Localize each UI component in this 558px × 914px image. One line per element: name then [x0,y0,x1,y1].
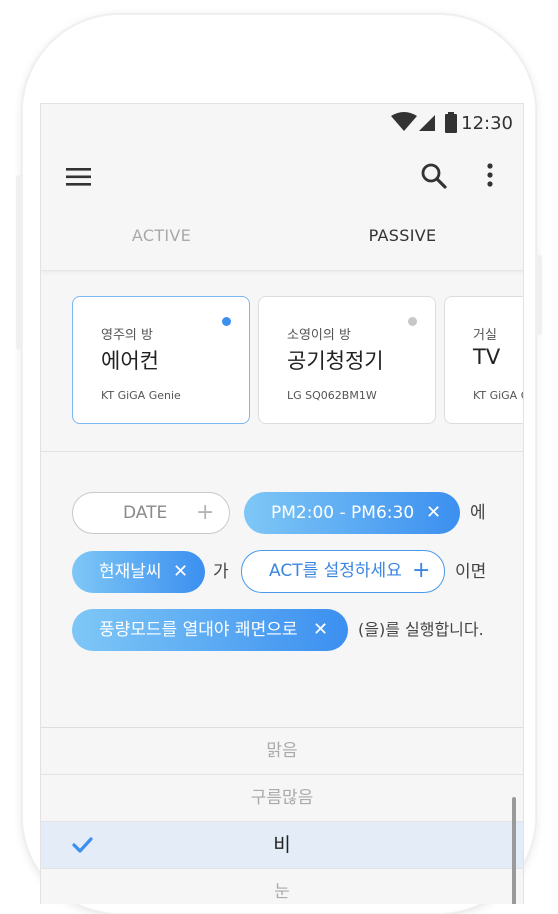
device-name: TV [473,345,501,369]
tab-bar: ACTIVE PASSIVE [41,214,523,271]
active-indicator-dot [222,317,231,326]
phone-side-button-right [535,255,542,335]
toolbar [41,142,523,214]
action-chip[interactable]: 풍량모드를 열대야 쾌면으로 ✕ [72,609,348,651]
picker-option[interactable]: 눈 [41,869,523,904]
act-chip[interactable]: ACT를 설정하세요 + [241,550,445,593]
device-model: KT GiGA Genie [101,389,181,402]
check-icon [72,837,93,853]
device-card-aircon[interactable]: 영주의 방 에어컨 KT GiGA Genie [72,296,250,424]
search-icon[interactable] [420,162,448,190]
inactive-indicator-dot [408,317,417,326]
weather-chip[interactable]: 현재날씨 ✕ [72,551,205,593]
date-chip[interactable]: DATE + [72,492,230,534]
weather-chip-label: 현재날씨 [99,562,162,582]
connector-text: 이면 [455,562,487,582]
cellular-signal-icon [419,115,435,131]
device-room: 영주의 방 [101,328,153,343]
connector-text: (을)를 실행합니다. [358,620,484,639]
wifi-icon [391,112,417,131]
picker-option[interactable]: 맑음 [41,728,523,775]
picker-selected-label: 비 [273,834,291,856]
device-name: 에어컨 [101,349,159,373]
device-room: 소영이의 방 [287,328,351,343]
act-chip-label: ACT를 설정하세요 [269,561,402,581]
battery-icon [445,112,457,133]
connector-text: 에 [470,503,486,523]
date-chip-label: DATE [123,503,168,523]
time-range-label: PM2:00 - PM6:30 [271,503,415,523]
picker-scrollbar[interactable] [512,797,516,904]
plus-icon[interactable]: + [412,551,430,591]
connector-text: 가 [213,562,229,582]
tab-passive[interactable]: PASSIVE [282,226,523,245]
clock: 12:30 [461,113,513,134]
picker-option[interactable]: 구름많음 [41,775,523,822]
app-screen: 12:30 ACTIVE PASSIVE 영주의 방 에어컨 KT GiGA G… [40,103,524,904]
menu-icon[interactable] [66,166,92,188]
device-model: KT GiGA G [473,389,524,402]
device-model: LG SQ062BM1W [287,389,377,402]
close-icon[interactable]: ✕ [426,492,441,534]
time-range-chip[interactable]: PM2:00 - PM6:30 ✕ [244,492,460,534]
device-card-air-purifier[interactable]: 소영이의 방 공기청정기 LG SQ062BM1W [258,296,436,424]
picker-option-selected[interactable]: 비 [41,822,523,869]
phone-side-button-left [16,175,23,350]
tab-active[interactable]: ACTIVE [41,226,282,245]
close-icon[interactable]: ✕ [173,551,188,593]
action-chip-label: 풍량모드를 열대야 쾌면으로 [99,620,298,640]
device-room: 거실 [473,328,497,343]
device-name: 공기청정기 [287,349,384,373]
status-bar: 12:30 [41,104,523,142]
rule-sentence: DATE + PM2:00 - PM6:30 ✕ 에 현재날씨 ✕ 가 ACT를… [41,452,523,727]
plus-icon[interactable]: + [196,493,214,533]
device-card-list: 영주의 방 에어컨 KT GiGA Genie 소영이의 방 공기청정기 LG … [41,271,523,451]
weather-picker[interactable]: 맑음 구름많음 비 눈 [41,727,523,904]
close-icon[interactable]: ✕ [313,609,328,651]
device-card-tv[interactable]: 거실 TV KT GiGA G [444,296,524,424]
more-options-icon[interactable] [485,162,495,190]
